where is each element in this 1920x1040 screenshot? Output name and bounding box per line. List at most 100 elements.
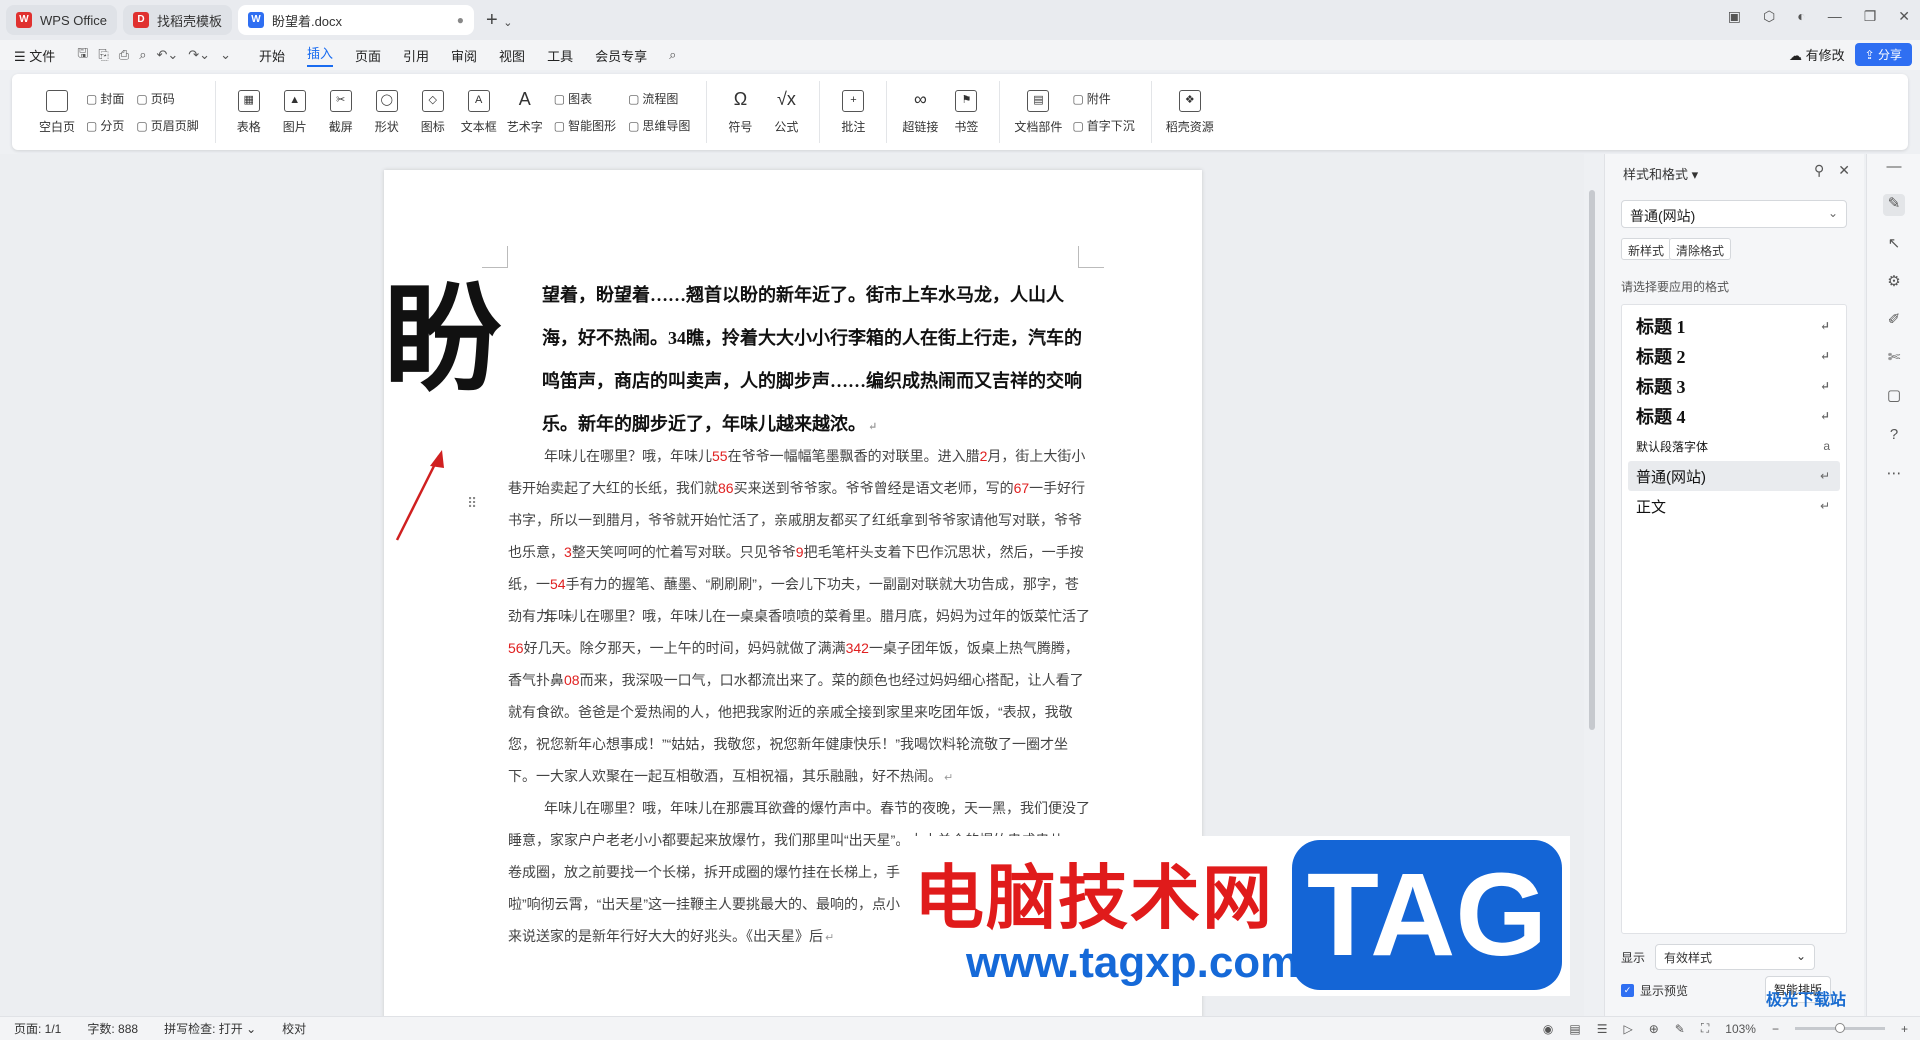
- zoom-out-icon[interactable]: −: [1772, 1022, 1779, 1036]
- search-icon[interactable]: ⌕: [669, 47, 676, 63]
- style-normal-web[interactable]: 普通(网站) ↵: [1628, 461, 1840, 491]
- style-body[interactable]: 正文 ↵: [1628, 491, 1840, 521]
- style-heading-1[interactable]: 标题 1 ↵: [1628, 311, 1840, 341]
- formula-button[interactable]: √x 公式: [763, 89, 809, 135]
- save-icon[interactable]: 🖫: [77, 44, 88, 66]
- bookmark-button[interactable]: ⚑ 书签: [943, 89, 989, 135]
- wordart-button[interactable]: A 艺术字: [502, 89, 548, 135]
- outline-icon[interactable]: ☰: [1597, 1022, 1608, 1036]
- mindmap-button[interactable]: 思维导图: [628, 117, 690, 134]
- comment-button[interactable]: + 批注: [830, 89, 876, 135]
- style-default-font[interactable]: 默认段落字体 a: [1628, 431, 1840, 461]
- menu-insert[interactable]: 插入: [306, 43, 333, 67]
- vertical-scrollbar[interactable]: [1586, 154, 1598, 1016]
- first-paragraph[interactable]: 望着，盼望着……翘首以盼的新年近了。街市上车水马龙，人山人海，好不热闹。34瞧，…: [542, 274, 1090, 449]
- tab-wps-office[interactable]: W WPS Office: [6, 5, 117, 35]
- minimize-icon[interactable]: —: [1828, 8, 1842, 25]
- play-icon[interactable]: ▷: [1624, 1022, 1633, 1036]
- edit-icon[interactable]: ✐: [1883, 310, 1905, 332]
- zoom-slider[interactable]: [1794, 1023, 1885, 1033]
- close-icon[interactable]: ✕: [1838, 162, 1850, 179]
- menu-page[interactable]: 页面: [355, 46, 381, 65]
- clear-format-button[interactable]: 清除格式: [1669, 238, 1732, 260]
- symbol-button[interactable]: Ω 符号: [717, 89, 763, 135]
- tab-template[interactable]: D 找稻壳模板: [122, 5, 232, 35]
- word-count[interactable]: 字数: 888: [87, 1020, 138, 1037]
- zoom-level[interactable]: 103%: [1725, 1022, 1756, 1036]
- new-tab-icon[interactable]: + ⌄: [486, 9, 512, 32]
- page-break-button[interactable]: 分页: [86, 117, 124, 134]
- spell-check[interactable]: 拼写检查: 打开 ⌄: [164, 1020, 256, 1037]
- avatar-icon[interactable]: ◐: [1797, 8, 1805, 25]
- more-icon[interactable]: ⌄: [220, 47, 231, 63]
- fit-icon[interactable]: ⛶: [1701, 1021, 1709, 1036]
- screenshot-button[interactable]: ✂ 截屏: [318, 89, 364, 135]
- blank-page-button[interactable]: 空白页: [34, 89, 80, 135]
- tools-icon[interactable]: ✄: [1883, 348, 1905, 370]
- style-heading-2[interactable]: 标题 2 ↵: [1628, 341, 1840, 371]
- web-icon[interactable]: ⊕: [1649, 1022, 1659, 1036]
- help-icon[interactable]: ?: [1883, 426, 1905, 448]
- scrollbar-thumb[interactable]: [1589, 190, 1595, 730]
- daoke-resource-button[interactable]: ❖ 稻壳资源: [1162, 89, 1218, 135]
- modified-indicator[interactable]: ☁ 有修改: [1789, 45, 1845, 64]
- close-window-icon[interactable]: ✕: [1898, 8, 1910, 25]
- select-cursor-icon[interactable]: ↖: [1883, 234, 1905, 256]
- cover-button[interactable]: 封面: [86, 90, 124, 107]
- redo-icon[interactable]: ↷⌄: [188, 47, 210, 63]
- layout-icon[interactable]: ▣: [1728, 8, 1741, 25]
- zoom-knob[interactable]: [1834, 1023, 1845, 1033]
- proofread[interactable]: 校对: [282, 1020, 306, 1037]
- zoom-in-icon[interactable]: +: [1901, 1022, 1908, 1036]
- menu-reference[interactable]: 引用: [403, 46, 429, 65]
- book-icon[interactable]: ▢: [1883, 386, 1905, 408]
- shape-button[interactable]: ◯ 形状: [364, 89, 410, 135]
- menu-review[interactable]: 审阅: [451, 46, 477, 65]
- doc-parts-button[interactable]: ▤ 文档部件: [1010, 89, 1066, 135]
- collapse-icon[interactable]: —: [1883, 158, 1905, 180]
- pen-icon[interactable]: ✎: [1675, 1022, 1685, 1036]
- style-heading-3[interactable]: 标题 3 ↵: [1628, 371, 1840, 401]
- menu-start[interactable]: 开始: [259, 46, 285, 65]
- page-number-button[interactable]: 页码: [136, 90, 198, 107]
- style-heading-4[interactable]: 标题 4 ↵: [1628, 401, 1840, 431]
- textbox-button[interactable]: A 文本框: [456, 89, 502, 135]
- icon-button[interactable]: ◇ 图标: [410, 89, 456, 135]
- menu-tools[interactable]: 工具: [547, 46, 573, 65]
- drop-cap-button[interactable]: 首字下沉: [1072, 117, 1135, 134]
- restore-icon[interactable]: ❐: [1864, 8, 1877, 25]
- undo-icon[interactable]: ↶⌄: [156, 47, 178, 63]
- hyperlink-button[interactable]: ∞ 超链接: [897, 89, 943, 135]
- cube-icon[interactable]: ⬡: [1763, 8, 1775, 25]
- eye-icon[interactable]: ◉: [1543, 1022, 1553, 1036]
- adjust-icon[interactable]: ⚙: [1883, 272, 1905, 294]
- print-preview-icon[interactable]: ⌕: [139, 47, 146, 63]
- chart-button[interactable]: 图表: [554, 90, 616, 107]
- tab-close-icon[interactable]: ●: [457, 13, 464, 27]
- smart-graphic-button[interactable]: 智能图形: [554, 117, 616, 134]
- flowchart-button[interactable]: 流程图: [628, 90, 690, 107]
- picture-button[interactable]: ▲ 图片: [272, 89, 318, 135]
- show-select[interactable]: 有效样式 ⌄: [1655, 944, 1816, 970]
- page-view-icon[interactable]: ▤: [1569, 1022, 1580, 1036]
- new-style-button[interactable]: 新样式: [1621, 238, 1672, 260]
- paragraph-3[interactable]: 年味儿在哪里？哦，年味儿在一桌桌香喷喷的菜肴里。腊月底，妈妈为过年的饭菜忙活了 5…: [508, 600, 1090, 794]
- tab-document[interactable]: W 盼望着.docx ●: [237, 5, 474, 35]
- print-icon[interactable]: ⎙: [119, 47, 129, 63]
- share-button[interactable]: ⇪ 分享: [1854, 43, 1912, 66]
- preview-row[interactable]: ✓ 显示预览: [1621, 982, 1688, 999]
- more-icon[interactable]: ⋯: [1883, 464, 1905, 486]
- page-count[interactable]: 页面: 1/1: [14, 1020, 61, 1037]
- table-button[interactable]: ▦ 表格: [226, 89, 272, 135]
- menu-view[interactable]: 视图: [499, 46, 525, 65]
- preview-checkbox[interactable]: ✓: [1621, 984, 1634, 997]
- style-pen-icon[interactable]: ✎: [1883, 194, 1905, 216]
- pin-icon[interactable]: ⚲: [1814, 162, 1824, 179]
- file-menu[interactable]: ☰ 文件: [14, 46, 55, 65]
- menu-member[interactable]: 会员专享: [595, 46, 647, 65]
- format-painter-icon[interactable]: ⎘: [98, 47, 108, 63]
- panel-title[interactable]: 样式和格式 ▾: [1623, 164, 1698, 183]
- attachment-button[interactable]: 附件: [1072, 90, 1134, 107]
- header-footer-button[interactable]: 页眉页脚: [136, 117, 199, 134]
- current-style-select[interactable]: 普通(网站) ⌄: [1621, 200, 1847, 228]
